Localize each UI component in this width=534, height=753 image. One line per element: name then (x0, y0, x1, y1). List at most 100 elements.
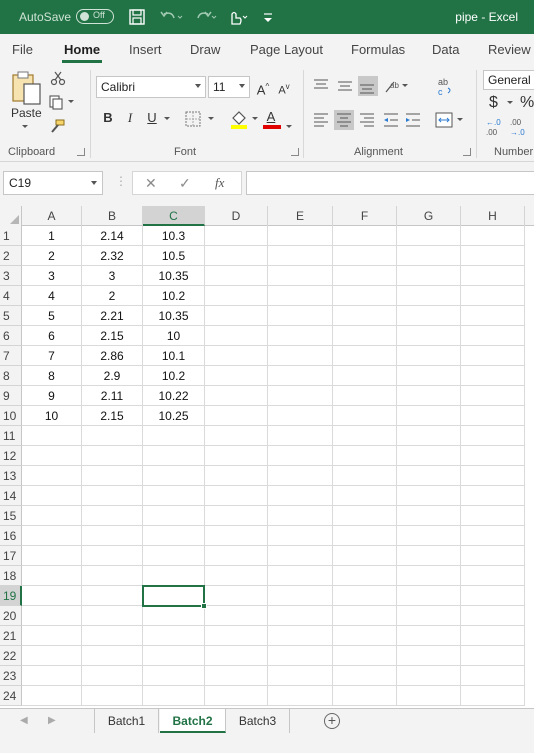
cell-c6[interactable]: 10 (143, 326, 205, 346)
cell-g15[interactable] (397, 506, 461, 526)
cell-g16[interactable] (397, 526, 461, 546)
cell-g24[interactable] (397, 686, 461, 706)
cell-b15[interactable] (82, 506, 143, 526)
cell-e16[interactable] (268, 526, 333, 546)
cell-f16[interactable] (333, 526, 397, 546)
cell-a19[interactable] (22, 586, 82, 606)
cell-f10[interactable] (333, 406, 397, 426)
tab-home[interactable]: Home (64, 42, 100, 57)
row-header-4[interactable]: 4 (0, 286, 22, 306)
paste-icon[interactable] (10, 70, 44, 108)
cell-h14[interactable] (461, 486, 525, 506)
cell-c13[interactable] (143, 466, 205, 486)
cell-g19[interactable] (397, 586, 461, 606)
cell-g9[interactable] (397, 386, 461, 406)
cell-b18[interactable] (82, 566, 143, 586)
cell-b23[interactable] (82, 666, 143, 686)
cell-g6[interactable] (397, 326, 461, 346)
cell-e5[interactable] (268, 306, 333, 326)
cell-e21[interactable] (268, 626, 333, 646)
select-all-button[interactable] (0, 206, 22, 226)
row-header-13[interactable]: 13 (0, 466, 22, 486)
sheet-tab-batch2[interactable]: Batch2 (160, 709, 226, 733)
tab-file[interactable]: File (12, 42, 33, 57)
cell-b11[interactable] (82, 426, 143, 446)
cell-e3[interactable] (268, 266, 333, 286)
cell-h3[interactable] (461, 266, 525, 286)
cell-c8[interactable]: 10.2 (143, 366, 205, 386)
cell-d23[interactable] (205, 666, 268, 686)
cell-e13[interactable] (268, 466, 333, 486)
cell-c14[interactable] (143, 486, 205, 506)
cell-c17[interactable] (143, 546, 205, 566)
cell-a21[interactable] (22, 626, 82, 646)
row-header-22[interactable]: 22 (0, 646, 22, 666)
cell-b7[interactable]: 2.86 (82, 346, 143, 366)
sheet-tab-batch1[interactable]: Batch1 (95, 709, 159, 733)
grow-font-button[interactable]: A^ (256, 77, 270, 100)
cell-d18[interactable] (205, 566, 268, 586)
column-header-b[interactable]: B (82, 206, 143, 226)
cell-h6[interactable] (461, 326, 525, 346)
cell-g10[interactable] (397, 406, 461, 426)
column-header-a[interactable]: A (22, 206, 82, 226)
cell-e22[interactable] (268, 646, 333, 666)
cell-c10[interactable]: 10.25 (143, 406, 205, 426)
cell-c1[interactable]: 10.3 (143, 226, 205, 246)
cell-e8[interactable] (268, 366, 333, 386)
cell-e6[interactable] (268, 326, 333, 346)
cell-d3[interactable] (205, 266, 268, 286)
cell-b14[interactable] (82, 486, 143, 506)
cell-h16[interactable] (461, 526, 525, 546)
row-header-12[interactable]: 12 (0, 446, 22, 466)
font-name-select[interactable]: Calibri (96, 76, 206, 98)
row-header-9[interactable]: 9 (0, 386, 22, 406)
cell-e2[interactable] (268, 246, 333, 266)
row-header-24[interactable]: 24 (0, 686, 22, 706)
fill-color-icon[interactable] (228, 108, 262, 130)
decimal-buttons-icon[interactable]: ←.0 .00 .00 →.0 (484, 116, 534, 138)
cell-a13[interactable] (22, 466, 82, 486)
font-size-select[interactable]: 11 (208, 76, 250, 98)
cut-icon[interactable] (50, 70, 66, 86)
cell-b2[interactable]: 2.32 (82, 246, 143, 266)
cell-f8[interactable] (333, 366, 397, 386)
cell-e9[interactable] (268, 386, 333, 406)
tab-page-layout[interactable]: Page Layout (250, 42, 323, 57)
borders-icon[interactable] (184, 110, 218, 128)
cell-f1[interactable] (333, 226, 397, 246)
cell-f15[interactable] (333, 506, 397, 526)
cell-d6[interactable] (205, 326, 268, 346)
cell-g7[interactable] (397, 346, 461, 366)
row-header-7[interactable]: 7 (0, 346, 22, 366)
cell-f13[interactable] (333, 466, 397, 486)
row-header-14[interactable]: 14 (0, 486, 22, 506)
cell-h8[interactable] (461, 366, 525, 386)
row-header-17[interactable]: 17 (0, 546, 22, 566)
clipboard-launcher[interactable] (77, 148, 85, 156)
cell-d5[interactable] (205, 306, 268, 326)
cell-d8[interactable] (205, 366, 268, 386)
bold-button[interactable]: B (101, 108, 115, 128)
cell-d14[interactable] (205, 486, 268, 506)
cell-f4[interactable] (333, 286, 397, 306)
cell-d22[interactable] (205, 646, 268, 666)
formula-input[interactable] (246, 171, 534, 195)
undo-icon[interactable] (158, 8, 184, 26)
cell-g12[interactable] (397, 446, 461, 466)
cell-h2[interactable] (461, 246, 525, 266)
row-header-16[interactable]: 16 (0, 526, 22, 546)
cell-h4[interactable] (461, 286, 525, 306)
cell-e19[interactable] (268, 586, 333, 606)
cell-g11[interactable] (397, 426, 461, 446)
scroll-left-icon[interactable]: ◀ (20, 715, 28, 726)
row-header-6[interactable]: 6 (0, 326, 22, 346)
cell-c15[interactable] (143, 506, 205, 526)
cell-d21[interactable] (205, 626, 268, 646)
cell-e7[interactable] (268, 346, 333, 366)
cell-f17[interactable] (333, 546, 397, 566)
cell-b6[interactable]: 2.15 (82, 326, 143, 346)
cell-h15[interactable] (461, 506, 525, 526)
cell-h22[interactable] (461, 646, 525, 666)
number-format-select[interactable]: General (483, 70, 534, 90)
